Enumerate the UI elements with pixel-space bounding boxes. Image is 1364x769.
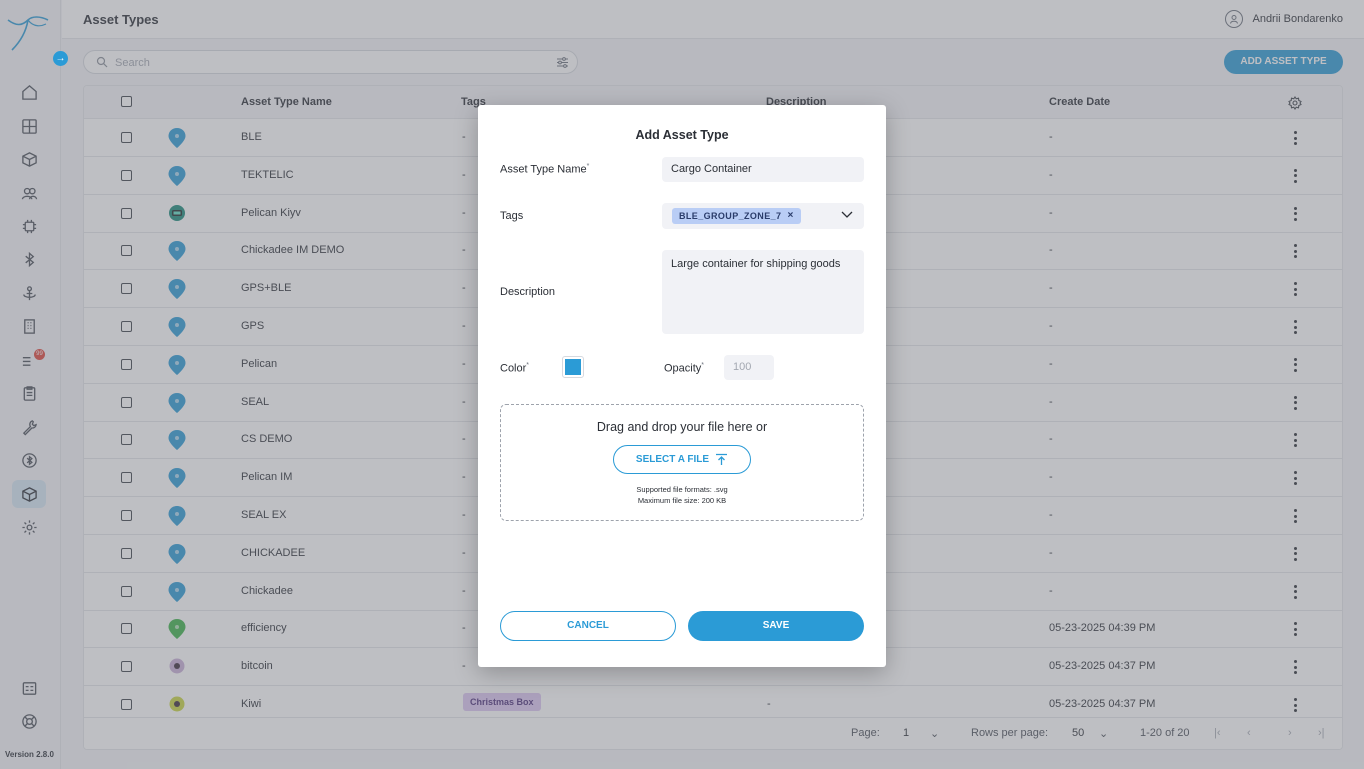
color-picker[interactable] — [562, 356, 584, 378]
tag-chip: BLE_GROUP_ZONE_7 × — [672, 208, 801, 224]
chevron-down-icon[interactable] — [841, 211, 853, 219]
save-button[interactable]: SAVE — [688, 611, 864, 641]
asset-type-name-label: Asset Type Name* — [500, 163, 590, 176]
tags-select[interactable]: BLE_GROUP_ZONE_7 × — [662, 203, 864, 229]
opacity-label: Opacity* — [664, 362, 705, 375]
add-asset-type-dialog: Add Asset Type Asset Type Name* Cargo Co… — [478, 105, 886, 667]
opacity-input[interactable]: 100 — [724, 355, 774, 380]
max-size-note: Maximum file size: 200 KB — [637, 496, 727, 505]
description-textarea[interactable]: Large container for shipping goods — [662, 250, 864, 334]
cancel-button[interactable]: CANCEL — [500, 611, 676, 641]
supported-formats-note: Supported file formats: .svg — [636, 485, 728, 494]
sidebar-collapse-button[interactable]: → — [53, 51, 68, 66]
upload-icon — [716, 453, 728, 465]
close-icon[interactable]: × — [787, 208, 793, 224]
tags-label: Tags — [500, 210, 524, 222]
file-dropzone[interactable]: Drag and drop your file here or SELECT A… — [500, 404, 864, 521]
color-swatch-fill — [565, 359, 581, 375]
color-label: Color* — [500, 362, 530, 375]
dropzone-title: Drag and drop your file here or — [596, 420, 768, 434]
tag-chip-label: BLE_GROUP_ZONE_7 — [679, 211, 782, 221]
asset-type-name-input[interactable]: Cargo Container — [662, 157, 864, 182]
select-file-button[interactable]: SELECT A FILE — [613, 445, 751, 474]
description-label: Description — [500, 286, 556, 298]
dialog-title: Add Asset Type — [635, 128, 729, 142]
select-file-label: SELECT A FILE — [635, 454, 710, 465]
